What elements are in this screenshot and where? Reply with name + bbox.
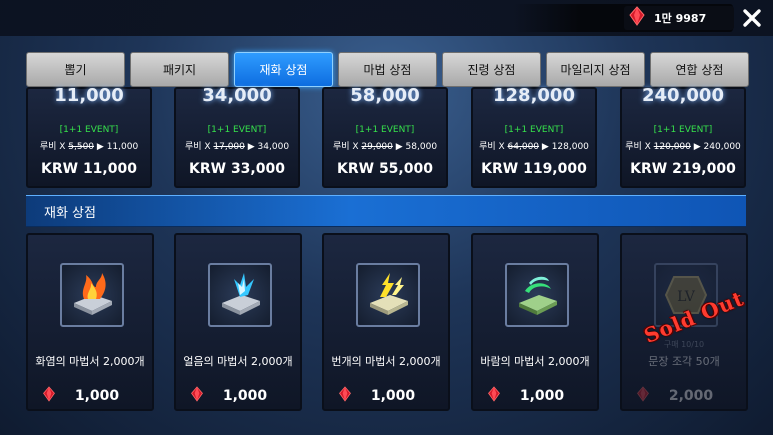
event-tag: [1+1 EVENT]: [207, 125, 267, 135]
cost-row: 1,000: [190, 385, 286, 407]
tab-gacha[interactable]: 뽑기: [26, 52, 125, 87]
fire-spellbook-icon: [60, 263, 124, 327]
item-name: 문장 조각 50개: [648, 355, 720, 368]
ruby-amount: 58,000: [350, 85, 420, 106]
ruby-icon: [338, 386, 352, 406]
section-header: 재화 상점: [26, 195, 746, 227]
ruby-balance: 1만 9987: [624, 6, 734, 30]
ruby-icon: [628, 6, 646, 30]
cost-row: 1,000: [338, 385, 434, 407]
item-cost: 1,000: [74, 388, 120, 404]
ruby-package-card[interactable]: 240,000 [1+1 EVENT] 루비 X 120,000 ▶ 240,0…: [620, 85, 746, 188]
ice-spellbook-icon: [208, 263, 272, 327]
ruby-amount: 34,000: [202, 85, 272, 106]
old-amount: 5,500: [68, 142, 95, 152]
cost-row: 1,000: [42, 385, 138, 407]
item-cost: 1,000: [370, 388, 416, 404]
event-tag: [1+1 EVENT]: [504, 125, 564, 135]
svg-text:LV: LV: [677, 289, 696, 305]
price-label: KRW 219,000: [630, 161, 736, 177]
shop-item-card[interactable]: 얼음의 마법서 2,000개 1,000: [174, 233, 302, 411]
new-amount: ▶ 34,000: [247, 142, 290, 152]
cost-row: 2,000: [636, 385, 732, 407]
price-label: KRW 55,000: [337, 161, 433, 177]
tab-spirit-shop[interactable]: 진령 상점: [442, 52, 541, 87]
new-amount: ▶ 58,000: [395, 142, 438, 152]
ruby-bonus-line: 루비 X 17,000 ▶ 34,000: [184, 142, 290, 152]
price-label: KRW 11,000: [41, 161, 137, 177]
event-tag: [1+1 EVENT]: [59, 125, 119, 135]
shop-item-card-sold-out: LV 구매 10/10 문장 조각 50개 2,000 Sold Out: [620, 233, 748, 411]
close-button[interactable]: [740, 6, 764, 30]
ruby-icon: [636, 386, 650, 406]
ruby-amount: 128,000: [493, 85, 575, 106]
event-tag: [1+1 EVENT]: [355, 125, 415, 135]
old-amount: 64,000: [507, 142, 540, 152]
wind-spellbook-icon: [505, 263, 569, 327]
old-amount: 29,000: [361, 142, 393, 152]
shop-tabs: 뽑기 패키지 재화 상점 마법 상점 진령 상점 마일리지 상점 연합 상점: [26, 52, 749, 87]
tab-package[interactable]: 패키지: [130, 52, 229, 87]
shop-item-card[interactable]: 화염의 마법서 2,000개 1,000: [26, 233, 154, 411]
ruby-package-card[interactable]: 128,000 [1+1 EVENT] 루비 X 64,000 ▶ 128,00…: [471, 85, 597, 188]
price-label: KRW 33,000: [189, 161, 285, 177]
new-amount: ▶ 240,000: [693, 142, 741, 152]
item-name: 번개의 마법서 2,000개: [331, 355, 441, 368]
ruby-bonus-line: 루비 X 5,500 ▶ 11,000: [39, 142, 139, 152]
new-amount: ▶ 128,000: [541, 142, 589, 152]
item-name: 얼음의 마법서 2,000개: [183, 355, 293, 368]
lightning-spellbook-icon: [356, 263, 420, 327]
price-label: KRW 119,000: [481, 161, 587, 177]
tab-currency-shop[interactable]: 재화 상점: [234, 52, 333, 87]
tab-mileage-shop[interactable]: 마일리지 상점: [546, 52, 645, 87]
ruby-amount: 240,000: [642, 85, 724, 106]
item-name: 화염의 마법서 2,000개: [35, 355, 145, 368]
ruby-package-card[interactable]: 34,000 [1+1 EVENT] 루비 X 17,000 ▶ 34,000 …: [174, 85, 300, 188]
tab-alliance-shop[interactable]: 연합 상점: [650, 52, 749, 87]
ruby-package-card[interactable]: 11,000 [1+1 EVENT] 루비 X 5,500 ▶ 11,000 K…: [26, 85, 152, 188]
ruby-bonus-line: 루비 X 120,000 ▶ 240,000: [625, 142, 741, 152]
ruby-icon: [42, 386, 56, 406]
new-amount: ▶ 11,000: [96, 142, 139, 152]
close-icon: [743, 9, 761, 27]
shop-item-card[interactable]: 바람의 마법서 2,000개 1,000: [471, 233, 599, 411]
item-cost: 1,000: [222, 388, 268, 404]
ruby-package-card[interactable]: 58,000 [1+1 EVENT] 루비 X 29,000 ▶ 58,000 …: [322, 85, 448, 188]
shop-item-card[interactable]: 번개의 마법서 2,000개 1,000: [322, 233, 450, 411]
ruby-icon: [487, 386, 501, 406]
event-tag: [1+1 EVENT]: [653, 125, 713, 135]
ruby-bonus-line: 루비 X 64,000 ▶ 128,000: [479, 142, 589, 152]
ruby-amount: 11,000: [54, 85, 124, 106]
ruby-bonus-line: 루비 X 29,000 ▶ 58,000: [332, 142, 438, 152]
cost-row: 1,000: [487, 385, 583, 407]
item-cost: 1,000: [519, 388, 565, 404]
ruby-count: 1만 9987: [654, 12, 707, 25]
item-cost: 2,000: [668, 388, 714, 404]
old-amount: 17,000: [213, 142, 245, 152]
tab-magic-shop[interactable]: 마법 상점: [338, 52, 437, 87]
item-name: 바람의 마법서 2,000개: [480, 355, 590, 368]
old-amount: 120,000: [653, 142, 691, 152]
ruby-icon: [190, 386, 204, 406]
